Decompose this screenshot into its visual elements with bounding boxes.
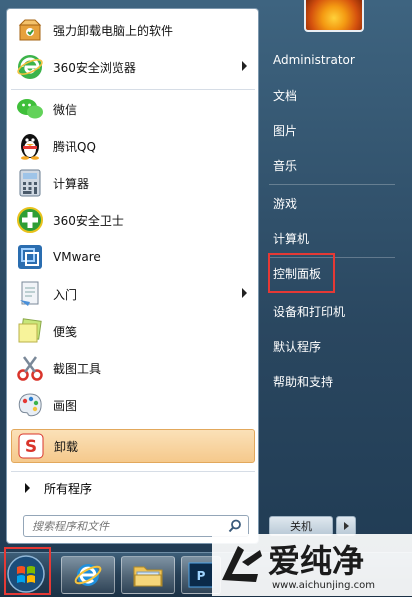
program-label: VMware bbox=[53, 250, 101, 264]
start-button-highlight bbox=[4, 547, 51, 595]
program-item-uninstall[interactable]: S 卸载 bbox=[11, 429, 255, 463]
start-menu: 强力卸载电脑上的软件 360安全浏览器 微信 腾讯QQ 计算器 360安全卫士 … bbox=[0, 0, 412, 552]
place-default-programs[interactable]: 默认程序 bbox=[267, 332, 401, 360]
wechat-icon bbox=[15, 94, 45, 124]
program-item-wechat[interactable]: 微信 bbox=[11, 92, 255, 126]
watermark-url: www.aichunjing.com bbox=[272, 580, 375, 591]
place-administrator[interactable]: Administrator bbox=[267, 46, 401, 74]
paint-icon bbox=[15, 390, 45, 420]
program-item-calculator[interactable]: 计算器 bbox=[11, 166, 255, 200]
control-panel-highlight bbox=[268, 253, 335, 293]
chevron-right-icon bbox=[343, 522, 349, 530]
360-browser-icon bbox=[15, 52, 45, 82]
taskbar-app-ie[interactable] bbox=[61, 556, 115, 594]
vmware-icon bbox=[15, 242, 45, 272]
program-label: 计算器 bbox=[53, 176, 90, 191]
program-item-qq[interactable]: 腾讯QQ bbox=[11, 129, 255, 163]
program-label: 截图工具 bbox=[53, 361, 102, 376]
program-label: 360安全浏览器 bbox=[53, 60, 136, 75]
taskbar-app-explorer[interactable] bbox=[121, 556, 175, 594]
divider bbox=[11, 471, 255, 472]
calculator-icon bbox=[15, 168, 45, 198]
program-label: 画图 bbox=[53, 398, 78, 413]
program-label: 微信 bbox=[53, 102, 78, 117]
program-label: 便笺 bbox=[53, 324, 78, 339]
watermark-logo-icon bbox=[222, 546, 262, 582]
photoshop-icon: P bbox=[188, 562, 214, 588]
divider bbox=[11, 89, 255, 90]
place-pictures[interactable]: 图片 bbox=[267, 116, 401, 144]
svg-text:P: P bbox=[197, 569, 206, 583]
program-item-snipping-tool[interactable]: 截图工具 bbox=[11, 351, 255, 385]
submenu-arrow-icon[interactable] bbox=[242, 61, 247, 71]
all-programs-label: 所有程序 bbox=[44, 481, 93, 496]
program-label: 腾讯QQ bbox=[53, 139, 96, 154]
snipping-tool-icon bbox=[15, 353, 45, 383]
program-item-uninstall-software[interactable]: 强力卸载电脑上的软件 bbox=[11, 13, 255, 47]
program-item-getting-started[interactable]: 入门 bbox=[11, 277, 255, 311]
qq-penguin-icon bbox=[15, 131, 45, 161]
program-label: 卸载 bbox=[54, 439, 79, 454]
program-item-sticky-notes[interactable]: 便笺 bbox=[11, 314, 255, 348]
svg-text:S: S bbox=[25, 437, 37, 457]
program-label: 360安全卫士 bbox=[53, 213, 124, 228]
360-guard-icon bbox=[15, 205, 45, 235]
expand-triangle-icon bbox=[25, 483, 30, 493]
divider bbox=[269, 184, 395, 185]
program-item-vmware[interactable]: VMware bbox=[11, 240, 255, 274]
programs-pane: 强力卸载电脑上的软件 360安全浏览器 微信 腾讯QQ 计算器 360安全卫士 … bbox=[6, 8, 259, 544]
place-devices-printers[interactable]: 设备和打印机 bbox=[267, 297, 401, 325]
shutdown-options-button[interactable] bbox=[336, 516, 356, 536]
watermark-brand: 爱纯净 bbox=[268, 542, 365, 580]
folder-icon bbox=[133, 566, 163, 587]
submenu-arrow-icon[interactable] bbox=[242, 288, 247, 298]
shutdown-button[interactable]: 关机 bbox=[269, 516, 333, 536]
place-documents[interactable]: 文档 bbox=[267, 81, 401, 109]
internet-explorer-icon bbox=[74, 564, 102, 586]
uninstall-box-icon bbox=[15, 15, 45, 45]
all-programs-button[interactable]: 所有程序 bbox=[11, 475, 255, 501]
watermark: 爱纯净 www.aichunjing.com bbox=[212, 534, 412, 596]
program-item-360-guard[interactable]: 360安全卫士 bbox=[11, 203, 255, 237]
uninstall-s-icon: S bbox=[16, 431, 46, 461]
program-item-360-browser[interactable]: 360安全浏览器 bbox=[11, 50, 255, 84]
search-input[interactable] bbox=[30, 516, 224, 536]
getting-started-icon bbox=[15, 279, 45, 309]
program-item-paint[interactable]: 画图 bbox=[11, 388, 255, 422]
sticky-notes-icon bbox=[15, 316, 45, 346]
place-games[interactable]: 游戏 bbox=[267, 189, 401, 217]
program-label: 强力卸载电脑上的软件 bbox=[53, 23, 174, 38]
program-label: 入门 bbox=[53, 287, 78, 302]
place-music[interactable]: 音乐 bbox=[267, 151, 401, 179]
place-help-support[interactable]: 帮助和支持 bbox=[267, 367, 401, 395]
place-computer[interactable]: 计算机 bbox=[267, 224, 401, 252]
